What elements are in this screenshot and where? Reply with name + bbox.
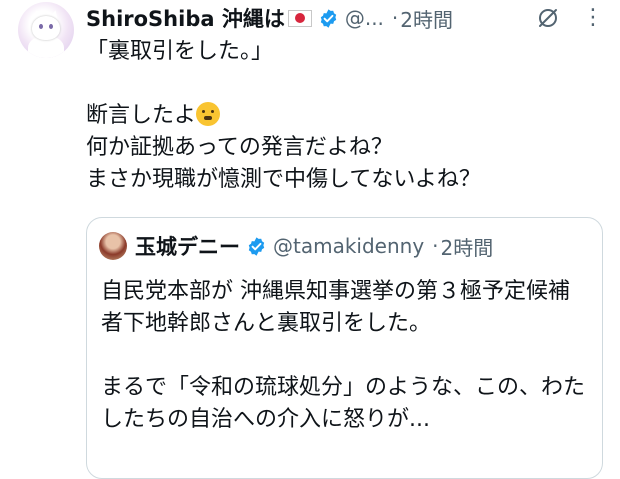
tweet-text-rest: 何か証拠あっての発言だよね？ まさか現職が憶測で中傷してないよね？ (86, 135, 481, 192)
shushing-face-emoji (196, 102, 221, 126)
quoted-tweet-text: 自民党本部が 沖縄県知事選挙の第３極予定候補者下地幹郎さんと裏取引をした。 まる… (101, 279, 586, 432)
tweet-text: 「裏取引をした。」 断言したよ 何か証拠あっての発言だよね？ まさか現職が憶測で… (86, 36, 606, 196)
quoted-tweet-header: 玉城デニー @tamakidenny · 2時間 (135, 230, 493, 262)
author-avatar[interactable] (18, 2, 74, 58)
grok-icon[interactable] (536, 6, 560, 30)
avatar-cat-eye (49, 24, 53, 29)
quoted-author-name[interactable]: 玉城デニー (135, 231, 240, 261)
separator-dot: · (391, 6, 399, 30)
quoted-tweet-time[interactable]: 2時間 (441, 232, 494, 261)
quoted-author-avatar[interactable] (99, 232, 127, 260)
japan-flag-emoji (287, 9, 312, 27)
verified-badge-icon[interactable] (318, 8, 339, 29)
quoted-tweet-card[interactable]: 玉城デニー @tamakidenny · 2時間 自民党本部が 沖縄県知事選挙の… (86, 217, 603, 479)
quoted-author-handle[interactable]: @tamakidenny (273, 234, 424, 258)
author-name[interactable]: ShiroShiba 沖縄は (86, 3, 285, 33)
separator-dot: · (432, 234, 439, 258)
tweet-text-main: 「裏取引をした。」 断言したよ (86, 39, 274, 128)
more-options-icon[interactable]: ⋮ (582, 4, 604, 32)
avatar-cat-head (32, 16, 60, 40)
avatar-cat-eye (39, 24, 43, 29)
verified-badge-icon[interactable] (246, 236, 267, 257)
author-handle[interactable]: @... (345, 6, 384, 30)
tweet-time[interactable]: 2時間 (400, 4, 453, 33)
tweet-header: ShiroShiba 沖縄は @... · 2時間 (86, 3, 453, 33)
